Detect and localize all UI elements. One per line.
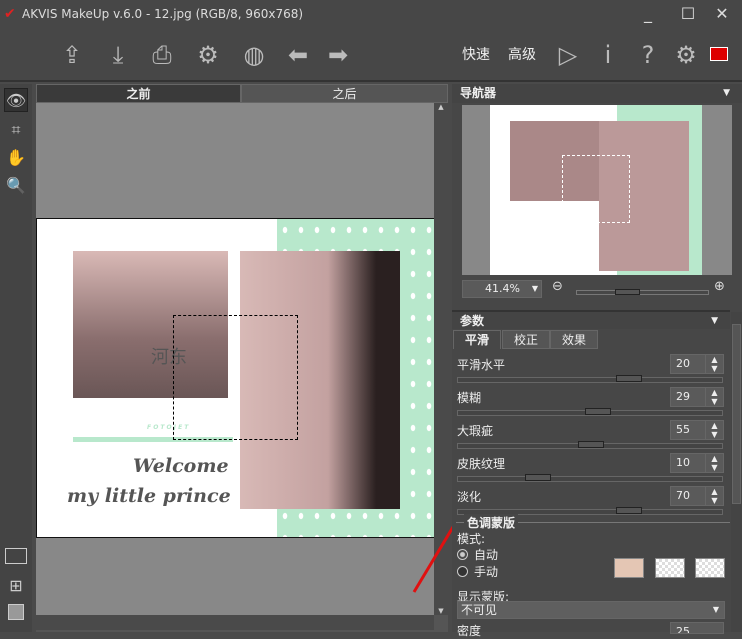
zoom-select[interactable]: 41.4% ▼	[462, 280, 542, 298]
param-label: 淡化	[457, 490, 482, 504]
param-label: 平滑水平	[457, 358, 506, 372]
tab-correction[interactable]: 校正	[502, 330, 550, 349]
navigator-title: 导航器	[460, 86, 497, 100]
param-label: 皮肤纹理	[457, 457, 506, 471]
spinner-icon[interactable]: ▲ ▼	[705, 388, 723, 406]
manual-label: 手动	[474, 565, 499, 579]
param-value-input[interactable]: 55 ▲ ▼	[670, 420, 724, 440]
params-scrollbar[interactable]	[731, 312, 742, 632]
param-value: 20	[676, 357, 690, 370]
tab-effects[interactable]: 效果	[550, 330, 598, 349]
spinner-icon[interactable]: ▲ ▼	[705, 487, 723, 505]
transparent-swatch[interactable]	[695, 558, 725, 578]
param-label: 大瑕疵	[457, 424, 494, 438]
navigator-preview[interactable]	[462, 105, 732, 275]
param-value: 55	[676, 423, 690, 436]
param-slider[interactable]	[457, 441, 723, 449]
param-value-input[interactable]: 20 ▲ ▼	[670, 354, 724, 374]
tone-mask-title: 色调蒙版	[464, 514, 519, 531]
params-title: 参数	[460, 314, 485, 328]
slider-thumb[interactable]	[585, 408, 611, 415]
manual-radio[interactable]: 手动	[457, 563, 498, 580]
param-value: 29	[676, 390, 690, 403]
spinner-icon[interactable]: ▲ ▼	[705, 421, 723, 439]
show-mask-value: 不可见	[461, 603, 498, 617]
param-value: 70	[676, 489, 690, 502]
param-value-input[interactable]: 70 ▲ ▼	[670, 486, 724, 506]
param-value-input[interactable]: 10 ▲ ▼	[670, 453, 724, 473]
slider-thumb[interactable]	[525, 474, 551, 481]
params-header: 参数 ▼	[452, 310, 730, 329]
navigator-header: 导航器 ▼	[452, 84, 742, 103]
density-input[interactable]: 25	[670, 622, 724, 634]
param-value: 10	[676, 456, 690, 469]
zoom-value: 41.4%	[485, 282, 520, 295]
tone-swatch[interactable]	[614, 558, 644, 578]
show-mask-select[interactable]: 不可见 ▼	[457, 601, 725, 619]
param-slider[interactable]	[457, 408, 723, 416]
param-value-input[interactable]: 29 ▲ ▼	[670, 387, 724, 407]
spinner-icon[interactable]: ▲ ▼	[705, 454, 723, 472]
right-panel: 导航器 ▼ 41.4% ▼ ⊖ ⊕ 参数 ▼ 平滑 校正 效果 平滑水平 20 ▲ ▼ 模…	[452, 84, 742, 638]
mode-label: 模式:	[457, 532, 486, 546]
auto-radio[interactable]: 自动	[457, 546, 498, 563]
param-label: 模糊	[457, 391, 482, 405]
param-slider[interactable]	[457, 375, 723, 383]
zoom-in-icon[interactable]: ⊕	[714, 279, 725, 294]
transparent-swatch[interactable]	[655, 558, 685, 578]
auto-label: 自动	[474, 548, 499, 562]
zoom-out-icon[interactable]: ⊖	[552, 279, 563, 294]
slider-thumb[interactable]	[616, 507, 642, 514]
collapse-icon[interactable]: ▼	[711, 312, 718, 331]
zoom-slider[interactable]	[576, 289, 709, 295]
density-label: 密度	[457, 624, 482, 638]
spinner-icon[interactable]: ▲ ▼	[705, 355, 723, 373]
slider-thumb[interactable]	[578, 441, 604, 448]
density-value: 25	[676, 625, 690, 634]
slider-thumb[interactable]	[616, 375, 642, 382]
collapse-icon[interactable]: ▼	[723, 84, 730, 103]
tab-smooth[interactable]: 平滑	[453, 330, 501, 349]
param-slider[interactable]	[457, 474, 723, 482]
